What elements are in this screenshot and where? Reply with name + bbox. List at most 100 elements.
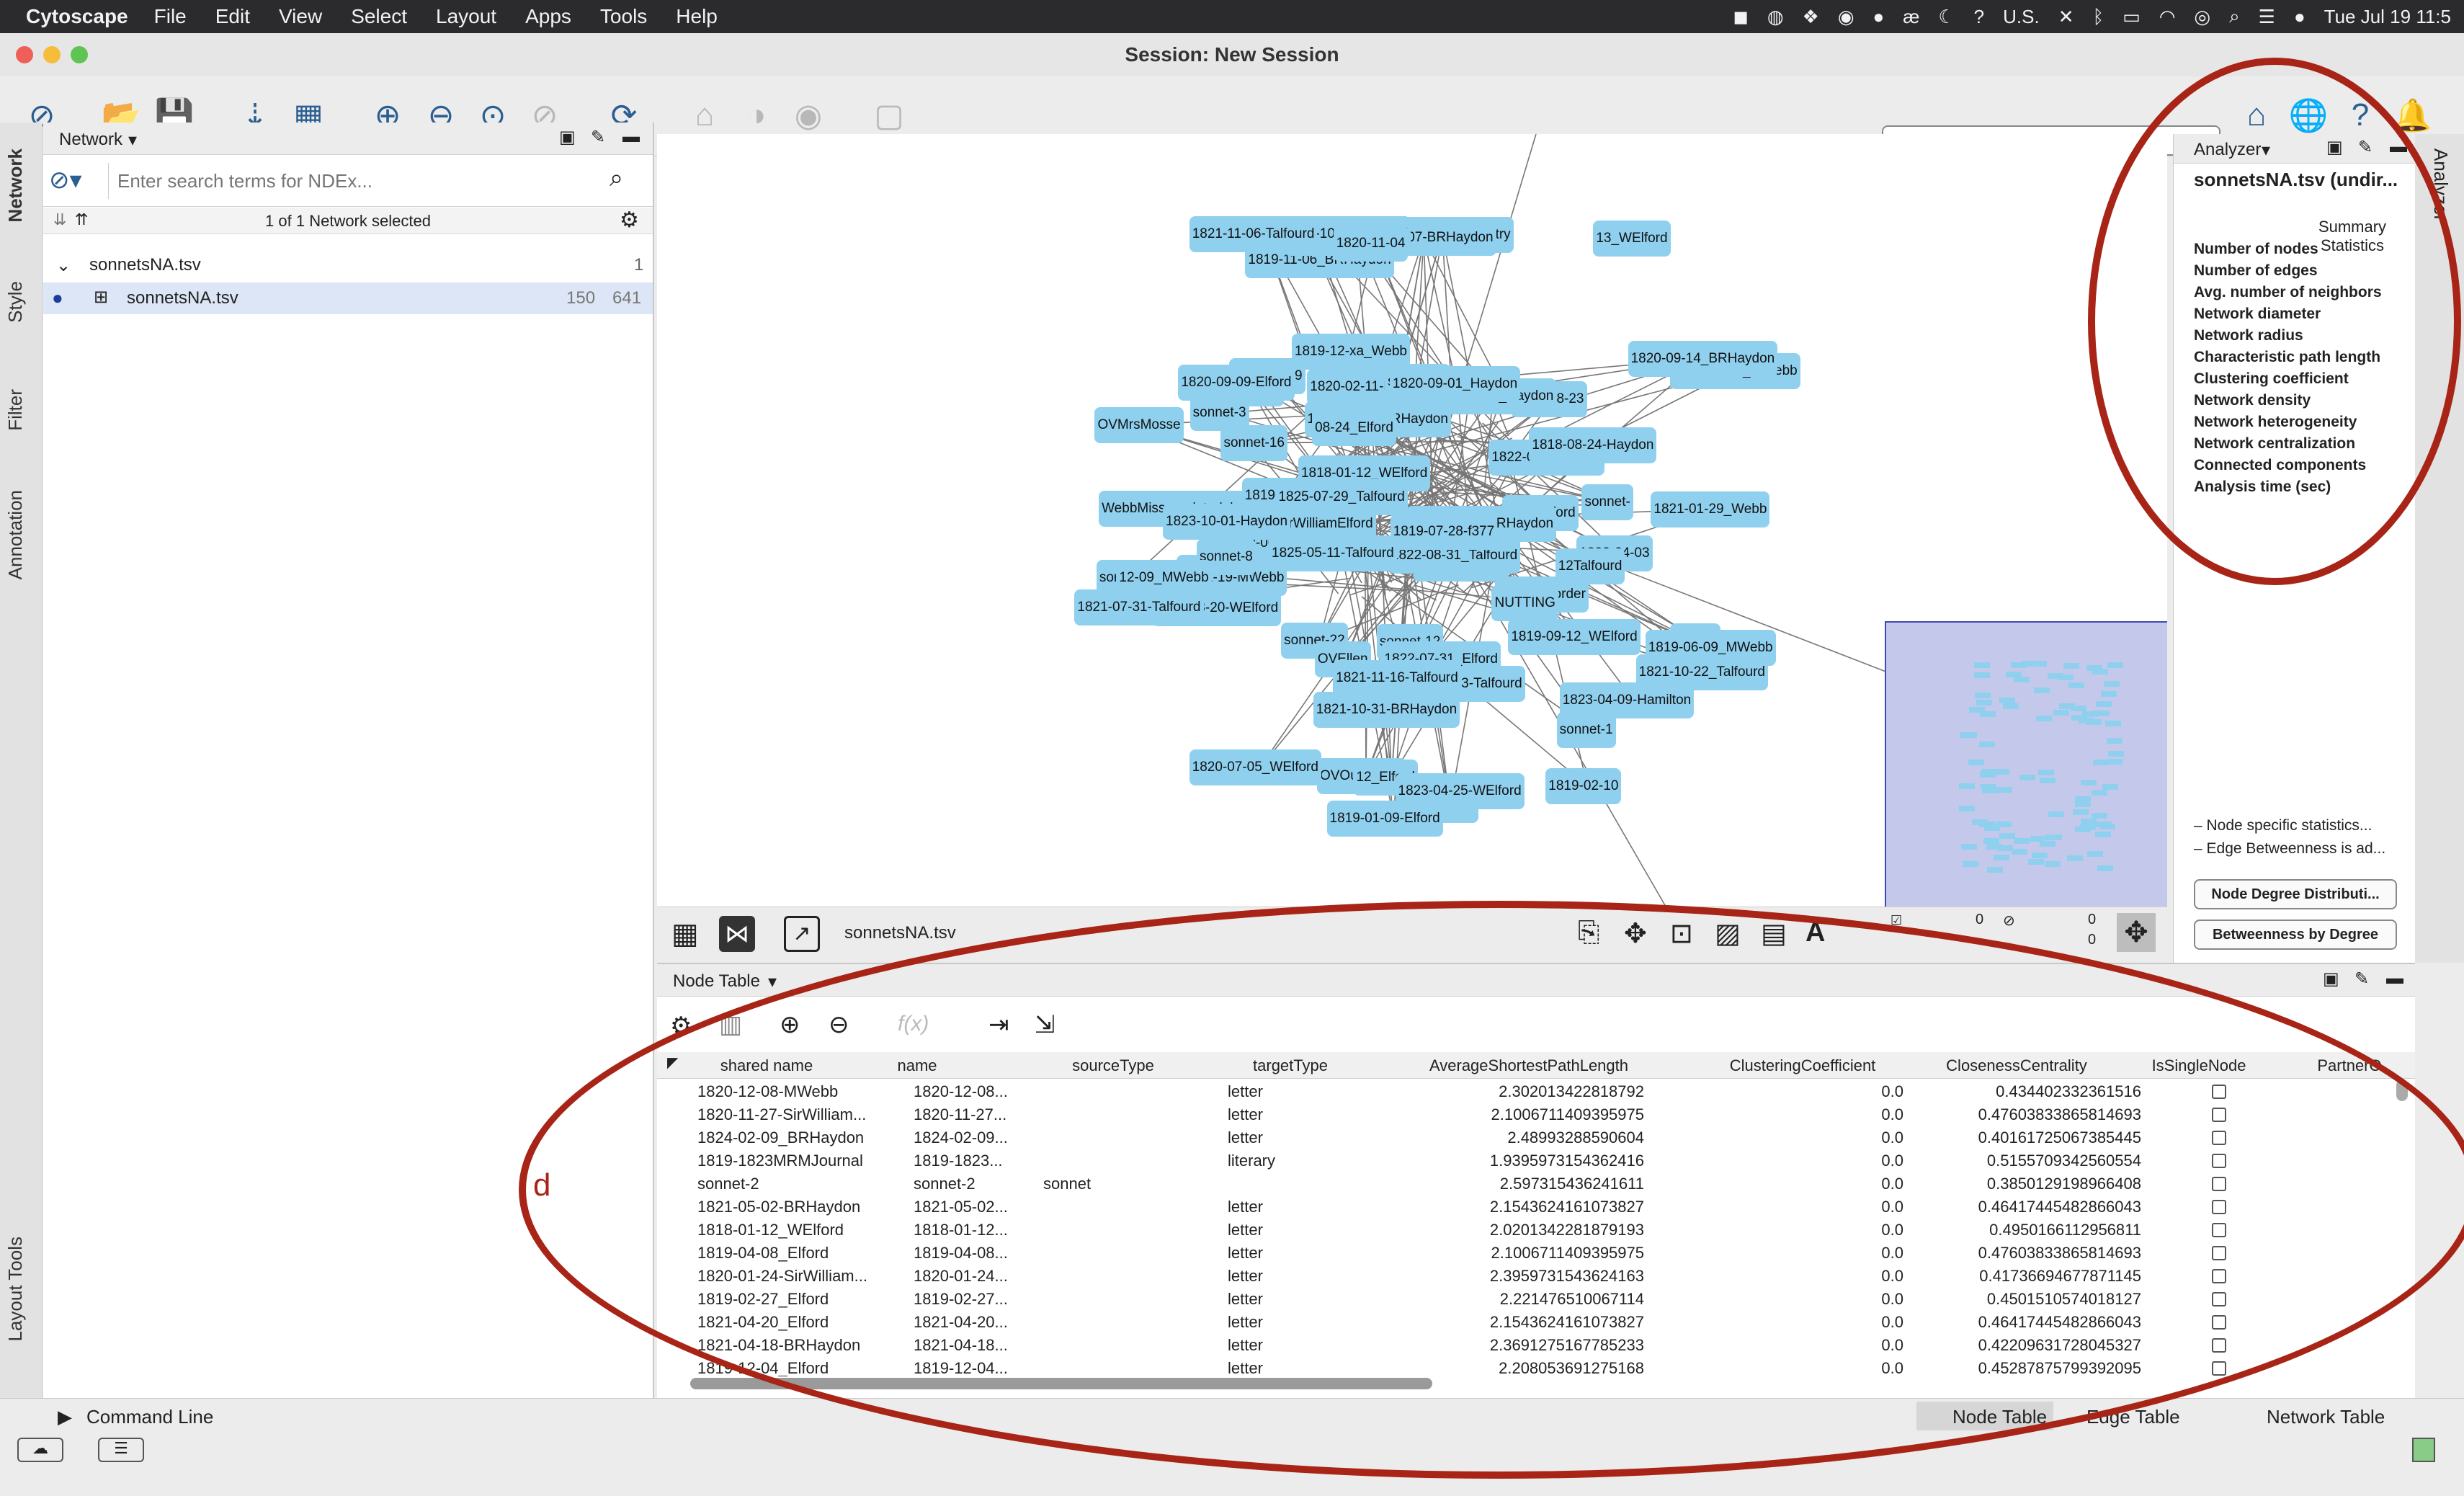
tab-annotation[interactable]: Annotation <box>4 490 27 579</box>
is-single-node-checkbox[interactable] <box>2212 1223 2226 1237</box>
network-node[interactable]: 1821-11-16-Talfourd <box>1333 659 1461 696</box>
table-row[interactable]: 1820-11-27-SirWilliam... 1820-11-27... let… <box>657 1103 2393 1126</box>
show-columns-icon[interactable]: ▥ <box>719 1010 742 1039</box>
cell-shared-name[interactable]: 1818-01-12_WElford <box>697 1221 878 1239</box>
cell-avg-shortest-path[interactable]: 2.208053691275168 <box>1414 1359 1644 1376</box>
table-row[interactable]: 1820-01-24-SirWilliam... 1820-01-24... let… <box>657 1264 2393 1287</box>
cell-name[interactable]: 1819-02-27... <box>914 1290 1050 1309</box>
command-line-toggle[interactable]: Command Line <box>86 1406 213 1428</box>
pin-icon[interactable]: ✎ <box>2358 137 2373 158</box>
cell-shared-name[interactable]: 1821-04-20_Elford <box>697 1313 878 1332</box>
chevron-down-icon[interactable]: ⌄ <box>56 255 71 276</box>
cell-name[interactable]: 1819-04-08... <box>914 1244 1050 1263</box>
clock[interactable]: Tue Jul 19 11:5 <box>2324 6 2451 28</box>
menu-apps[interactable]: Apps <box>525 5 571 28</box>
is-single-node-checkbox[interactable] <box>2212 1085 2226 1099</box>
cell-target-type[interactable]: letter <box>1228 1313 1329 1332</box>
table-row[interactable]: 1824-02-09_BRHaydon 1824-02-09... letter 2.… <box>657 1126 2393 1149</box>
chevron-down-icon[interactable]: ▾ <box>2262 140 2270 161</box>
siri-icon[interactable]: ● <box>2294 6 2305 28</box>
cell-avg-shortest-path[interactable]: 2.1543624161073827 <box>1414 1313 1644 1332</box>
cell-source-type[interactable]: sonnet <box>1043 1175 1151 1193</box>
network-node[interactable]: 13_WElford <box>1593 221 1671 257</box>
pin-icon[interactable]: ✎ <box>2354 969 2369 989</box>
col-name[interactable]: name <box>892 1056 942 1075</box>
cell-clustering-coefficient[interactable]: 0.0 <box>1702 1152 1903 1170</box>
cell-closeness-centrality[interactable]: 0.46417445482866043 <box>1925 1198 2141 1216</box>
cell-closeness-centrality[interactable]: 0.42209631728045327 <box>1925 1336 2141 1355</box>
network-node[interactable]: 1819-02-10 <box>1545 767 1622 804</box>
detach-view-icon[interactable]: ↗ <box>784 916 820 952</box>
cloud-icon[interactable]: ☁ <box>17 1438 63 1462</box>
add-column-icon[interactable]: ⊕ <box>780 1010 800 1039</box>
cell-target-type[interactable]: letter <box>1228 1244 1329 1263</box>
globe-icon[interactable]: 🌐 <box>2288 95 2329 135</box>
show-icon[interactable]: ◉ <box>788 95 829 135</box>
move-nodes-icon[interactable]: ✥ <box>1624 917 1647 950</box>
cell-shared-name[interactable]: 1821-04-18-BRHaydon <box>697 1336 878 1355</box>
network-node[interactable]: sonnet- <box>1581 484 1633 521</box>
globe-status-icon[interactable]: ◉ <box>1838 6 1854 28</box>
col-is-single-node[interactable]: IsSingleNode <box>2141 1056 2257 1075</box>
col-target-type[interactable]: targetType <box>1244 1056 1337 1075</box>
help-icon[interactable]: ? <box>2340 95 2380 135</box>
cell-avg-shortest-path[interactable]: 2.0201342281879193 <box>1414 1221 1644 1239</box>
home-network-icon[interactable]: ⌂ <box>684 95 725 135</box>
network-node[interactable]: 1818-08-24-Haydon <box>1529 427 1657 464</box>
network-node[interactable]: 12-09_MWebb <box>1116 560 1212 597</box>
pin-icon[interactable]: ✎ <box>591 127 605 148</box>
cell-name[interactable]: 1818-01-12... <box>914 1221 1050 1239</box>
network-canvas[interactable]: WebbMiss_undated_letter3OVTomCorderCousi… <box>657 134 2167 907</box>
cell-closeness-centrality[interactable]: 0.3850129198966408 <box>1925 1175 2141 1193</box>
ae-icon[interactable]: æ <box>1903 6 1919 28</box>
cell-closeness-centrality[interactable]: 0.47603833865814693 <box>1925 1105 2141 1124</box>
cell-target-type[interactable]: letter <box>1228 1267 1329 1286</box>
cell-name[interactable]: 1819-1823... <box>914 1152 1050 1170</box>
select-annotations-icon[interactable]: ▤ <box>1761 917 1787 950</box>
cell-name[interactable]: 1821-05-02... <box>914 1198 1050 1216</box>
network-node[interactable]: 1821-11-06-Talfourd <box>1189 215 1318 252</box>
export-table-icon[interactable]: ⇲ <box>1035 1010 1055 1039</box>
app-menu[interactable]: Cytoscape <box>26 5 128 28</box>
cell-name[interactable]: 1820-01-24... <box>914 1267 1050 1286</box>
network-node[interactable]: 1823-10-01-Haydon <box>1163 504 1291 540</box>
col-average-shortest-path[interactable]: AverageShortestPathLength <box>1414 1056 1644 1075</box>
table-row[interactable]: 1819-04-08_Elford 1819-04-08... letter 2.10… <box>657 1241 2393 1264</box>
cell-target-type[interactable]: letter <box>1228 1336 1329 1355</box>
cell-closeness-centrality[interactable]: 0.4501510574018127 <box>1925 1290 2141 1309</box>
user-icon[interactable]: ◎ <box>2194 6 2210 28</box>
network-overview-minimap[interactable] <box>1885 621 2167 907</box>
network-node[interactable]: 1820-11-04 <box>1333 226 1409 262</box>
menu-edit[interactable]: Edit <box>215 5 250 28</box>
cell-closeness-centrality[interactable]: 0.4950166112956811 <box>1925 1221 2141 1239</box>
network-collection-row[interactable]: ⌄ sonnetsNA.tsv 1 <box>43 249 653 281</box>
cell-name[interactable]: 1820-12-08... <box>914 1082 1050 1101</box>
cell-avg-shortest-path[interactable]: 2.48993288590604 <box>1414 1128 1644 1147</box>
network-node[interactable]: 1825-07-29_Talfourd <box>1275 479 1408 516</box>
is-single-node-checkbox[interactable] <box>2212 1292 2226 1306</box>
moon-icon[interactable]: ☾ <box>1938 6 1955 28</box>
network-node[interactable]: 1819-07-28-f377 <box>1390 513 1498 550</box>
select-edges-icon[interactable]: ▨ <box>1715 917 1741 950</box>
home-icon[interactable]: ⌂ <box>2236 95 2277 135</box>
cell-clustering-coefficient[interactable]: 0.0 <box>1702 1336 1903 1355</box>
table-row[interactable]: sonnet-2 sonnet-2 sonnet 2.597315436241611 0… <box>657 1172 2393 1195</box>
table-row[interactable]: 1821-05-02-BRHaydon 1821-05-02... letter 2.… <box>657 1195 2393 1218</box>
cell-shared-name[interactable]: 1821-05-02-BRHaydon <box>697 1198 878 1216</box>
network-view-icon[interactable]: ⋈ <box>719 916 755 952</box>
control-center-icon[interactable]: ☰ <box>2259 6 2275 28</box>
network-node[interactable]: 1823-04-25-WElford <box>1395 773 1525 810</box>
col-source-type[interactable]: sourceType <box>1059 1056 1167 1075</box>
cell-shared-name[interactable]: 1824-02-09_BRHaydon <box>697 1128 878 1147</box>
cell-clustering-coefficient[interactable]: 0.0 <box>1702 1244 1903 1263</box>
is-single-node-checkbox[interactable] <box>2212 1177 2226 1191</box>
cell-target-type[interactable]: letter <box>1228 1082 1329 1101</box>
cell-target-type[interactable]: letter <box>1228 1359 1329 1376</box>
table-horizontal-scrollbar[interactable] <box>690 1378 1432 1389</box>
col-shared-name[interactable]: shared name <box>695 1056 839 1075</box>
tab-filter[interactable]: Filter <box>4 389 27 431</box>
cell-name[interactable]: 1824-02-09... <box>914 1128 1050 1147</box>
cell-target-type[interactable]: letter <box>1228 1221 1329 1239</box>
cell-closeness-centrality[interactable]: 0.47603833865814693 <box>1925 1244 2141 1263</box>
cell-avg-shortest-path[interactable]: 2.3959731543624163 <box>1414 1267 1644 1286</box>
